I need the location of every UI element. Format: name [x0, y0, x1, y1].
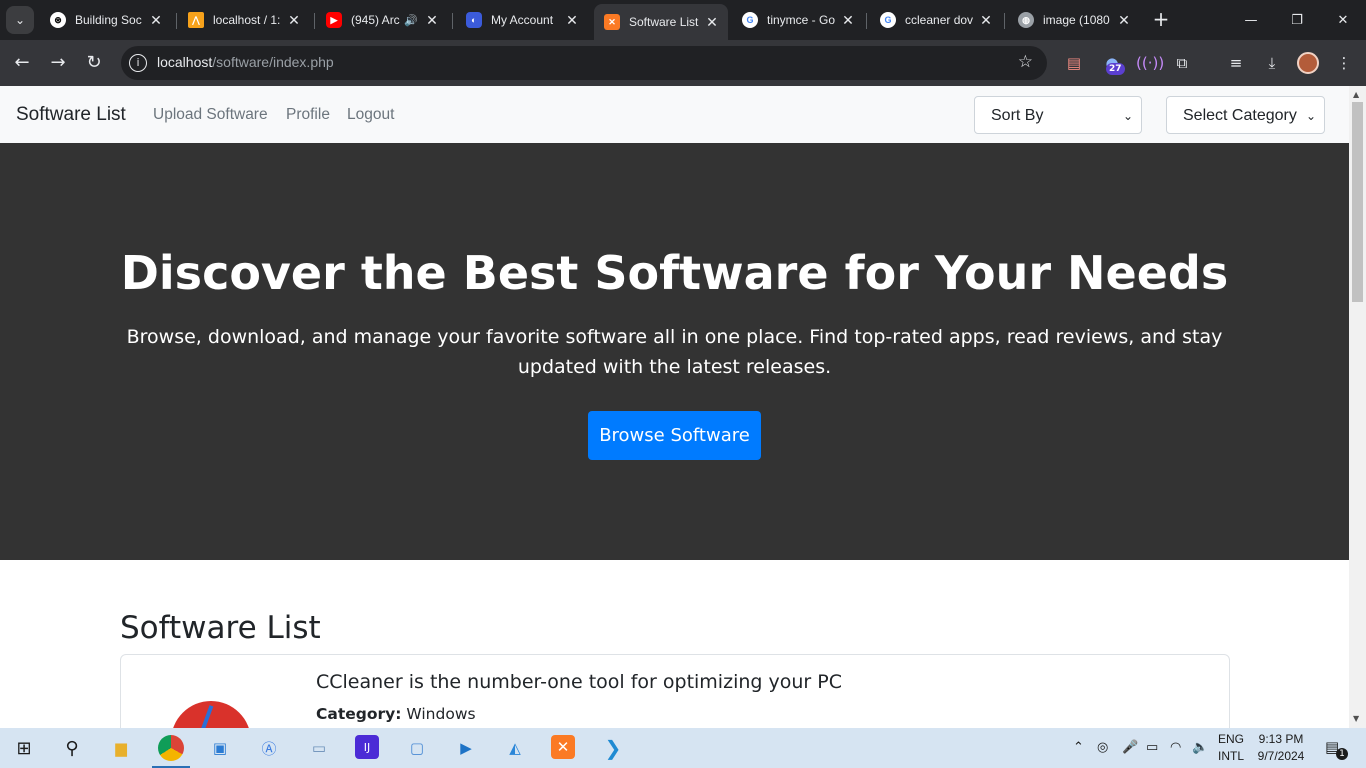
nav-logout[interactable]: Logout	[347, 106, 394, 124]
minimize-icon[interactable]: —	[1228, 0, 1274, 40]
globe-icon: ◍	[1018, 12, 1034, 28]
extension-badge: 27	[1106, 63, 1125, 75]
wifi-icon[interactable]: ◠	[1170, 740, 1181, 755]
close-icon[interactable]: ✕	[424, 12, 440, 29]
category-select[interactable]: Select Category ⌄	[1166, 96, 1325, 134]
close-icon[interactable]: ✕	[286, 12, 302, 29]
browser-toolbar: ← → ↻ i localhost/software/index.php ☆ ▤…	[0, 40, 1366, 86]
hero-subtitle: Browse, download, and manage your favori…	[126, 326, 1223, 378]
tray-camera-icon[interactable]: ◎	[1097, 740, 1108, 755]
software-card[interactable]: CCleaner is the number-one tool for opti…	[120, 654, 1230, 728]
close-icon[interactable]: ✕	[704, 14, 720, 31]
software-list-heading: Software List	[120, 610, 321, 646]
tab-building-soc[interactable]: ⊛ Building Soc ✕	[40, 6, 172, 34]
close-icon[interactable]: ✕	[840, 12, 856, 29]
notification-count: 1	[1336, 748, 1348, 760]
forward-icon[interactable]: →	[46, 51, 70, 75]
language-indicator[interactable]: ENG INTL	[1212, 731, 1250, 765]
monitor-icon[interactable]: ▢	[404, 735, 430, 761]
site-info-icon[interactable]: i	[129, 54, 147, 72]
tab-my-account[interactable]: ◐ My Account ✕	[456, 6, 588, 34]
vscode-icon[interactable]: ❯	[600, 735, 626, 761]
chevron-down-icon: ⌄	[1305, 109, 1316, 123]
speaker-icon[interactable]: 🔊	[404, 14, 418, 27]
new-tab-button[interactable]: +	[1150, 8, 1172, 30]
nav-upload-software[interactable]: Upload Software	[153, 106, 268, 124]
search-icon[interactable]: ⚲	[59, 735, 85, 761]
tray-chevron-up-icon[interactable]: ⌃	[1073, 740, 1084, 755]
file-explorer-icon[interactable]: ▆	[108, 735, 134, 761]
close-icon[interactable]: ✕	[148, 12, 164, 29]
windows-start-icon[interactable]: ⊞	[11, 735, 37, 761]
nav-profile[interactable]: Profile	[286, 106, 330, 124]
profile-avatar[interactable]	[1297, 52, 1319, 74]
media-control-icon[interactable]: ≡	[1226, 53, 1246, 73]
tab-ccleaner[interactable]: G ccleaner dov ✕	[870, 6, 1002, 34]
close-icon[interactable]: ✕	[978, 12, 994, 29]
close-window-icon[interactable]: ✕	[1320, 0, 1366, 40]
battery-icon[interactable]: ▭	[1146, 740, 1158, 755]
laptop-icon[interactable]: ▭	[306, 735, 332, 761]
scroll-up-icon[interactable]: ▲	[1353, 90, 1359, 99]
openai-icon: ⊛	[50, 12, 66, 28]
clock[interactable]: 9:13 PM 9/7/2024	[1252, 731, 1310, 765]
tab-software-list[interactable]: ✕ Software List ✕	[594, 4, 728, 40]
site-navbar: Software List Upload Software Profile Lo…	[0, 86, 1349, 143]
account-icon: ◐	[466, 12, 482, 28]
bookmark-star-icon[interactable]: ☆	[1018, 52, 1033, 72]
media-player-icon[interactable]: ▶	[453, 735, 479, 761]
close-icon[interactable]: ✕	[564, 12, 580, 29]
notes-extension-icon[interactable]: ▤	[1064, 53, 1084, 73]
phpmyadmin-icon: ⋀	[188, 12, 204, 28]
microphone-icon[interactable]: 🎤	[1122, 740, 1138, 755]
software-category: Category: Windows	[316, 705, 476, 723]
url-text[interactable]: localhost/software/index.php	[157, 54, 334, 70]
menu-kebab-icon[interactable]: ⋮	[1334, 53, 1354, 73]
tab-search-icon[interactable]: ⌄	[6, 6, 34, 34]
software-title[interactable]: CCleaner is the number-one tool for opti…	[316, 671, 842, 693]
google-icon: G	[880, 12, 896, 28]
scrollbar-thumb[interactable]	[1352, 102, 1363, 302]
site-brand[interactable]: Software List	[16, 104, 126, 126]
youtube-icon: ▶	[326, 12, 342, 28]
web-page: Software List Upload Software Profile Lo…	[0, 86, 1349, 728]
remote-desktop-icon[interactable]: ▣	[207, 735, 233, 761]
address-bar[interactable]: i localhost/software/index.php ☆	[121, 46, 1047, 80]
close-icon[interactable]: ✕	[1116, 12, 1132, 29]
restore-icon[interactable]: ❐	[1274, 0, 1320, 40]
ccleaner-logo	[171, 701, 251, 728]
xampp-icon: ✕	[604, 14, 620, 30]
scroll-down-icon[interactable]: ▼	[1353, 714, 1359, 723]
windows-taskbar: ⊞ ⚲ ▆ ▣ Ⓐ ▭ IJ ▢ ▶ ◭ ✕ ❯ ⌃ ◎ 🎤 ▭ ◠ 🔈 ENG…	[0, 728, 1366, 768]
broadcast-extension-icon[interactable]: ((·))	[1136, 53, 1164, 73]
browse-software-button[interactable]: Browse Software	[588, 411, 761, 460]
hero-section: Discover the Best Software for Your Need…	[0, 143, 1349, 560]
back-icon[interactable]: ←	[10, 51, 34, 75]
reload-icon[interactable]: ↻	[82, 51, 106, 75]
hero-title: Discover the Best Software for Your Need…	[120, 246, 1229, 300]
browser-tab-bar: ⌄ ⊛ Building Soc ✕ ⋀ localhost / 1: ✕ ▶ …	[0, 0, 1366, 40]
tab-tinymce[interactable]: G tinymce - Go ✕	[732, 6, 864, 34]
app-store-icon[interactable]: Ⓐ	[256, 735, 282, 761]
tab-localhost[interactable]: ⋀ localhost / 1: ✕	[178, 6, 310, 34]
sort-select[interactable]: Sort By ⌄	[974, 96, 1142, 134]
google-icon: G	[742, 12, 758, 28]
download-icon[interactable]: ⤓	[1262, 53, 1282, 73]
photos-icon[interactable]: ◭	[502, 735, 528, 761]
puzzle-extensions-icon[interactable]: ⧉	[1172, 53, 1192, 73]
tab-youtube[interactable]: ▶ (945) Arc 🔊 ✕	[316, 6, 448, 34]
xampp-taskbar-icon[interactable]: ✕	[551, 735, 575, 759]
chevron-down-icon: ⌄	[1122, 109, 1133, 123]
chrome-icon[interactable]	[158, 735, 184, 761]
volume-icon[interactable]: 🔈	[1192, 740, 1208, 755]
tab-image[interactable]: ◍ image (1080 ✕	[1008, 6, 1140, 34]
page-scrollbar[interactable]: ▲ ▼	[1349, 86, 1366, 728]
jetbrains-icon[interactable]: IJ	[355, 735, 379, 759]
